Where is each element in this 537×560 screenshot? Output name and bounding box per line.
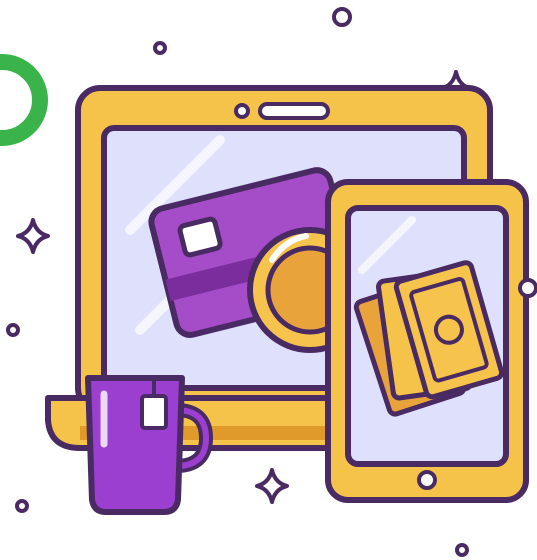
card-chip bbox=[177, 216, 223, 258]
tea-tag bbox=[140, 394, 168, 430]
dot-icon bbox=[15, 499, 29, 513]
sparkle-icon bbox=[255, 468, 289, 504]
dot-icon bbox=[332, 7, 352, 27]
laptop-camera bbox=[234, 103, 250, 119]
dot-icon bbox=[455, 543, 469, 557]
finance-devices-illustration bbox=[0, 7, 537, 557]
dot-icon bbox=[6, 323, 20, 337]
ring-icon bbox=[0, 54, 48, 146]
sparkle-icon bbox=[16, 218, 50, 254]
dot-icon bbox=[153, 41, 167, 55]
laptop-speaker bbox=[258, 102, 330, 120]
tablet-side-button bbox=[518, 278, 537, 298]
tablet-home-button bbox=[417, 470, 437, 490]
